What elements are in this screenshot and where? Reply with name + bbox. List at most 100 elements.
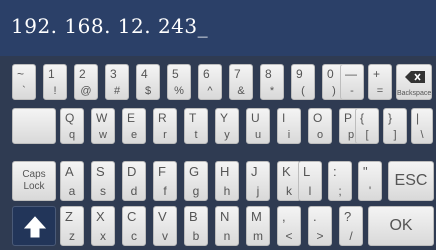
key-upper: E	[127, 111, 136, 125]
key-upper: +	[373, 67, 381, 81]
key-quote[interactable]: " '	[358, 161, 382, 201]
key-3[interactable]: 3 #	[105, 64, 129, 100]
key-b[interactable]: Bb	[184, 206, 208, 246]
key-upper: 7	[234, 67, 241, 81]
key-v[interactable]: Vv	[153, 206, 177, 246]
ip-address-input[interactable]: 192. 168. 12. 243_	[11, 14, 208, 38]
key-lower: v	[162, 229, 168, 243]
key-lower: q	[68, 129, 76, 141]
key-upper: F	[158, 164, 166, 179]
key-upper: 1	[48, 67, 55, 81]
esc-button[interactable]: ESC	[388, 161, 434, 201]
key-s[interactable]: Ss	[91, 161, 115, 201]
key-upper: X	[96, 209, 105, 224]
key-d[interactable]: Dd	[122, 161, 146, 201]
key-upper: W	[96, 111, 108, 125]
key-question[interactable]: ? /	[339, 206, 363, 246]
key-period[interactable]: . >	[308, 206, 332, 246]
key-comma[interactable]: , <	[277, 206, 301, 246]
key-upper: "	[363, 164, 368, 179]
key-g[interactable]: Gg	[184, 161, 208, 201]
key-1[interactable]: 1!	[43, 64, 67, 100]
key-i[interactable]: Ii	[277, 108, 301, 144]
key-upper: |	[416, 111, 420, 125]
key-lower: ^	[207, 85, 213, 97]
key-lower: &	[237, 85, 245, 97]
key-q[interactable]: Qq	[60, 108, 84, 144]
key-4[interactable]: 4 $	[136, 64, 160, 100]
key-upper: H	[220, 164, 230, 179]
key-upper: C	[127, 209, 137, 224]
key-lower: y	[224, 129, 230, 141]
key-o[interactable]: Oo	[308, 108, 332, 144]
key-y[interactable]: Yy	[215, 108, 239, 144]
key-c[interactable]: Cc	[122, 206, 146, 246]
backspace-label: Backspace	[397, 90, 432, 97]
ok-button[interactable]: OK	[368, 206, 434, 246]
key-t[interactable]: Tt	[184, 108, 208, 144]
key-upper: 0	[327, 67, 334, 81]
key-e[interactable]: Ee	[122, 108, 146, 144]
key-upper: U	[251, 111, 260, 125]
key-n[interactable]: Nn	[215, 206, 239, 246]
key-upper: J	[251, 164, 258, 179]
key-lower: '	[368, 184, 372, 198]
key-equals[interactable]: + =	[368, 64, 392, 100]
key-right-brace[interactable]: }]	[383, 108, 407, 144]
key-j[interactable]: Jj	[246, 161, 270, 201]
key-lower: u	[254, 129, 262, 141]
key-tilde[interactable]: ~ `	[12, 64, 36, 100]
key-z[interactable]: Zz	[60, 206, 84, 246]
key-upper: N	[220, 209, 230, 224]
key-upper: 2	[79, 67, 86, 81]
caps-lock-button[interactable]: Caps Lock	[12, 161, 56, 201]
key-colon[interactable]: :;	[328, 161, 352, 201]
key-upper: }	[388, 111, 393, 125]
key-lower: i	[287, 129, 291, 141]
key-8[interactable]: 8 *	[260, 64, 284, 100]
keyboard-panel: ~ ` 1! 2 @ 3 # 4 $ 5% 6 ^ 7 & 8 * 9( 0) — - + = B…	[0, 56, 436, 250]
shift-button[interactable]	[12, 206, 56, 246]
key-lower: =	[376, 85, 384, 97]
key-2[interactable]: 2 @	[74, 64, 98, 100]
key-l[interactable]: Ll	[298, 161, 322, 201]
key-lower: \	[420, 129, 424, 141]
key-lower: w	[99, 129, 107, 141]
key-5[interactable]: 5%	[167, 64, 191, 100]
key-upper: 5	[172, 67, 179, 81]
key-lower: x	[100, 229, 106, 243]
key-left-brace[interactable]: {[	[355, 108, 379, 144]
key-m[interactable]: Mm	[246, 206, 270, 246]
tab-key[interactable]	[12, 108, 56, 144]
key-f[interactable]: Ff	[153, 161, 177, 201]
key-pipe[interactable]: | \	[411, 108, 433, 144]
key-lower: $	[144, 85, 152, 97]
key-lower: @	[80, 85, 92, 97]
backspace-button[interactable]: Backspace	[396, 64, 432, 100]
key-lower: a	[68, 184, 76, 198]
key-lower: /	[349, 229, 353, 243]
key-upper: ,	[282, 209, 286, 224]
caps-label-line1: Caps	[22, 169, 46, 180]
key-lower: #	[113, 85, 121, 97]
key-9[interactable]: 9(	[291, 64, 315, 100]
key-7[interactable]: 7 &	[229, 64, 253, 100]
key-u[interactable]: Uu	[246, 108, 270, 144]
key-lower: (	[301, 85, 305, 97]
key-6[interactable]: 6 ^	[198, 64, 222, 100]
key-upper: Y	[220, 111, 229, 125]
key-r[interactable]: Rr	[153, 108, 177, 144]
backspace-icon	[405, 71, 425, 83]
key-upper: V	[158, 209, 167, 224]
key-lower: o	[316, 129, 324, 141]
key-h[interactable]: Hh	[215, 161, 239, 201]
key-upper: Q	[65, 111, 75, 125]
key-minus[interactable]: — -	[340, 64, 364, 100]
key-x[interactable]: Xx	[91, 206, 115, 246]
key-lower: k	[286, 184, 292, 198]
key-a[interactable]: Aa	[60, 161, 84, 201]
key-lower: c	[131, 229, 137, 243]
key-upper: {	[360, 111, 365, 125]
key-upper: —	[345, 67, 357, 81]
key-w[interactable]: Ww	[91, 108, 115, 144]
